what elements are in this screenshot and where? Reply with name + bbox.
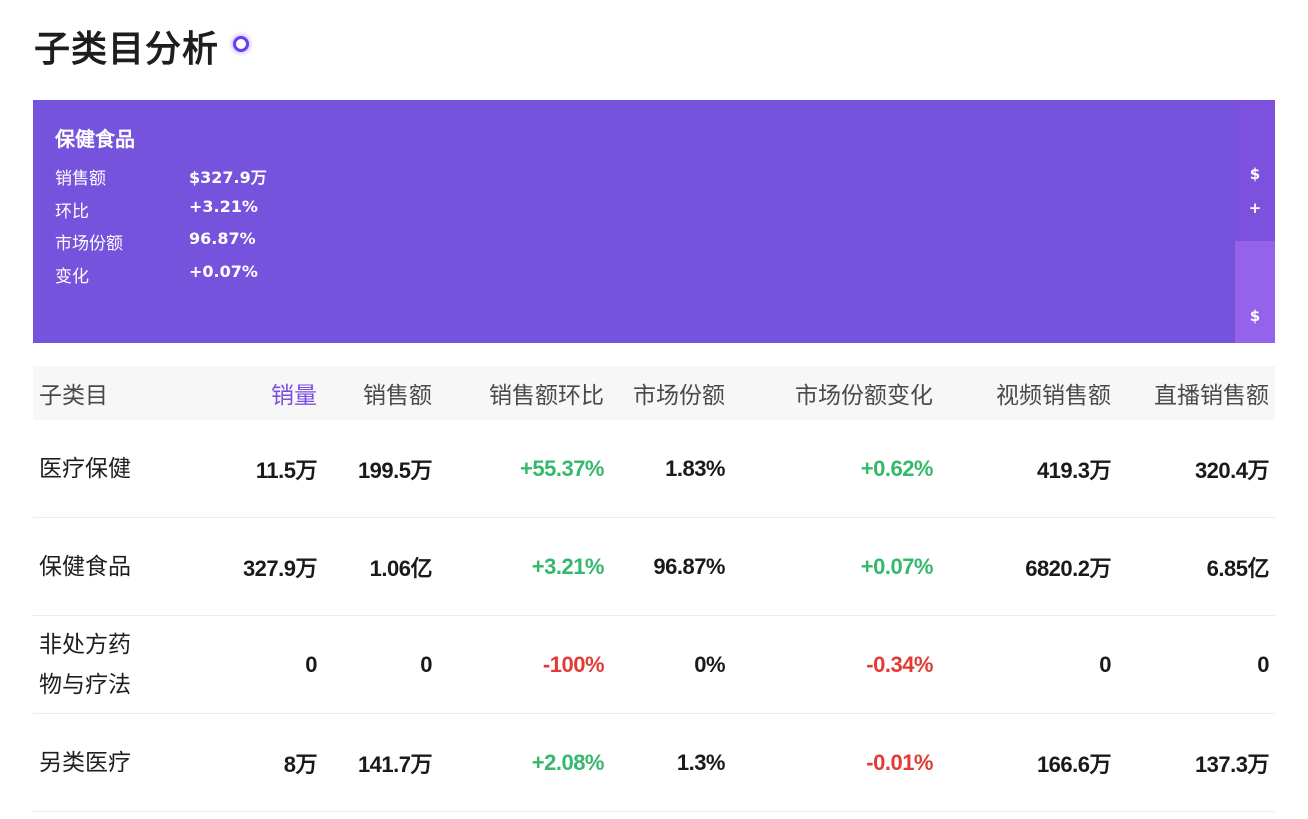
share-change: +0.62% [860,455,934,481]
table-row[interactable]: 另类医疗 8万 141.7万 +2.08% 1.3% -0.01% 166.6万… [33,714,1275,812]
sales-amount: 1.06亿 [369,555,433,581]
treemap-label: 变化 [55,267,89,287]
page-title: 子类目分析 [34,29,220,70]
table-row[interactable]: 非处方药 物与疗法 0 0 -100% 0% -0.34% 0 0 [33,616,1275,714]
sales-amount: 0 [420,651,432,677]
market-share: 1.3% [676,749,726,775]
video-sales: 166.6万 [1036,751,1112,777]
subcategory-name: 另类医疗 [39,749,131,776]
share-change: -0.34% [866,651,933,677]
treemap-row-change: 变化 +0.07% [55,262,258,287]
subcategory-name-line: 物与疗法 [39,671,131,698]
treemap-block-side-bottom[interactable]: $ [1235,241,1275,343]
treemap-row-mom: 环比 +3.21% [55,197,258,222]
treemap-side-value: $ [1249,307,1261,325]
sales-mom: +2.08% [531,749,605,775]
sales-mom: +55.37% [520,455,604,481]
video-sales: 6820.2万 [1025,555,1111,581]
sales-mom: -100% [542,651,605,677]
treemap-block-name: 保健食品 [55,127,135,151]
sales-amount: 141.7万 [357,751,433,777]
sales-amount: 199.5万 [357,457,433,483]
share-change: +0.07% [860,553,934,579]
market-share: 0% [694,651,725,677]
sales-qty: 0 [305,651,317,677]
table-header: 子类目 销量 销售额 销售额环比 市场份额 市场份额变化 视频销售额 直播销售额 [33,366,1275,420]
title-row: 子类目分析 [34,22,250,70]
share-change: -0.01% [866,749,933,775]
treemap-block-side-top[interactable]: $ + [1235,100,1275,241]
treemap-value: 96.87% [189,229,256,248]
subcategory-name: 医疗保健 [39,455,131,482]
video-sales: 0 [1099,651,1111,677]
sales-mom: +3.21% [531,553,605,579]
table-row[interactable]: 医疗保健 11.5万 199.5万 +55.37% 1.83% +0.62% 4… [33,420,1275,518]
live-sales: 320.4万 [1194,457,1270,483]
live-sales: 0 [1257,651,1269,677]
treemap-row-share: 市场份额 96.87% [55,229,256,254]
header-video-sales[interactable]: 视频销售额 [939,376,1117,410]
treemap-block-main[interactable]: 保健食品 销售额 $327.9万 环比 +3.21% 市场份额 96.87% 变… [33,100,1235,343]
header-market-share[interactable]: 市场份额 [610,376,731,410]
live-sales: 6.85亿 [1206,555,1270,581]
subcategory-table: 子类目 销量 销售额 销售额环比 市场份额 市场份额变化 视频销售额 直播销售额… [33,366,1275,812]
table-row[interactable]: 保健食品 327.9万 1.06亿 +3.21% 96.87% +0.07% 6… [33,518,1275,616]
header-share-change[interactable]: 市场份额变化 [731,376,939,410]
subcategory-name: 保健食品 [39,553,131,580]
sales-qty: 8万 [283,751,318,777]
market-share: 96.87% [653,553,725,579]
treemap-value: $327.9万 [189,168,267,187]
header-subcategory[interactable]: 子类目 [33,376,223,410]
video-sales: 419.3万 [1036,457,1112,483]
header-sales-mom[interactable]: 销售额环比 [438,376,610,410]
live-sales: 137.3万 [1194,751,1270,777]
header-sales-qty[interactable]: 销量 [223,376,323,410]
treemap-label: 市场份额 [55,234,123,254]
sales-qty: 327.9万 [242,555,318,581]
treemap-value: +0.07% [189,262,258,281]
subcategory-name: 非处方药 物与疗法 [33,625,223,705]
treemap-row-sales: 销售额 $327.9万 [55,164,267,189]
treemap-label: 销售额 [55,169,106,189]
treemap-side-value: $ [1249,165,1261,183]
treemap: 保健食品 销售额 $327.9万 环比 +3.21% 市场份额 96.87% 变… [33,100,1275,343]
page: 子类目分析 保健食品 销售额 $327.9万 环比 +3.21% 市场份额 96… [0,0,1308,819]
info-dot-icon[interactable] [233,36,250,52]
treemap-value: +3.21% [189,197,258,216]
subcategory-name-line: 非处方药 [39,631,131,658]
sales-qty: 11.5万 [255,457,318,483]
market-share: 1.83% [665,455,725,481]
treemap-label: 环比 [55,202,89,222]
treemap-side-value: + [1248,199,1262,217]
header-live-sales[interactable]: 直播销售额 [1117,376,1275,410]
header-sales-amount[interactable]: 销售额 [323,376,438,410]
